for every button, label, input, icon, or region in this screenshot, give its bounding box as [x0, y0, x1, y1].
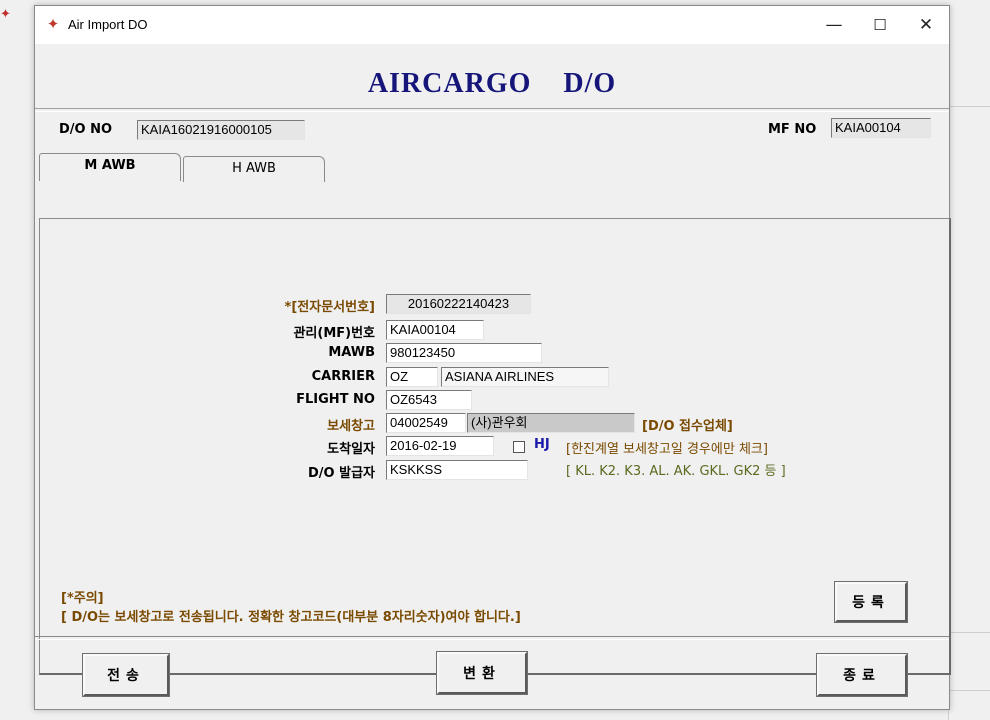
air-import-do-window: ✦ Air Import DO — ☐ ✕ AIRCARGO D/O D/O N…	[34, 5, 951, 710]
maximize-button[interactable]: ☐	[857, 6, 903, 44]
carrier-name-field[interactable]: ASIANA AIRLINES	[441, 367, 609, 387]
background-window-edge	[948, 40, 990, 720]
notice-title: [*주의]	[61, 591, 104, 606]
background-divider	[948, 632, 990, 633]
mawb-label: MAWB	[328, 345, 375, 360]
edoc-no-field[interactable]: 20160222140423	[386, 294, 531, 314]
convert-button[interactable]: 변환	[436, 651, 528, 695]
arrival-date-field[interactable]: 2016-02-19	[386, 436, 494, 456]
issuer-field[interactable]: KSKKSS	[386, 460, 528, 480]
do-no-label: D/O NO	[59, 122, 113, 137]
issuer-label: D/O 발급자	[308, 466, 375, 481]
hj-note-codes: [ KL. K2. K3. AL. AK. GKL. GK2 등 ]	[566, 464, 786, 479]
flight-no-label: FLIGHT NO	[296, 392, 375, 407]
mawb-field[interactable]: 980123450	[386, 343, 542, 363]
register-button[interactable]: 등록	[834, 581, 908, 623]
window-title: Air Import DO	[68, 17, 148, 32]
do-no-field[interactable]: KAIA16021916000105	[137, 120, 305, 140]
warehouse-name-field[interactable]: (사)관우회	[467, 413, 635, 433]
header-divider	[35, 108, 949, 112]
dialog-client-area: AIRCARGO D/O D/O NO KAIA16021916000105 M…	[35, 44, 951, 709]
hj-checkbox[interactable]	[513, 441, 525, 453]
warehouse-code-field[interactable]: 04002549	[386, 413, 466, 433]
tab-h-awb[interactable]: H AWB	[183, 156, 325, 182]
background-app-icon: ✦	[0, 7, 11, 22]
arrival-date-label: 도착일자	[327, 442, 375, 457]
carrier-label: CARRIER	[311, 369, 375, 384]
warehouse-note: [D/O 접수업체]	[642, 419, 733, 434]
edoc-no-label: *[전자문서번호]	[284, 300, 375, 315]
mf-no-label: MF NO	[768, 122, 817, 137]
carrier-code-field[interactable]: OZ	[386, 367, 438, 387]
close-button[interactable]: ✕	[903, 6, 949, 44]
background-divider	[948, 106, 990, 107]
flight-no-field[interactable]: OZ6543	[386, 390, 472, 410]
title-bar[interactable]: ✦ Air Import DO — ☐ ✕	[35, 6, 949, 44]
minimize-button[interactable]: —	[811, 6, 857, 44]
exit-button[interactable]: 종료	[816, 653, 908, 697]
bottom-divider	[35, 636, 949, 640]
warehouse-label: 보세창고	[327, 419, 375, 434]
mf-mgmt-label: 관리(MF)번호	[293, 326, 375, 341]
mf-mgmt-field[interactable]: KAIA00104	[386, 320, 484, 340]
tab-m-awb[interactable]: M AWB	[39, 153, 181, 181]
notice-text: [ D/O는 보세창고로 전송됩니다. 정확한 창고코드(대부분 8자리숫자)여…	[61, 610, 521, 625]
compass-rose-icon: ✦	[46, 15, 60, 33]
hj-label: HJ	[534, 437, 550, 452]
background-divider	[948, 690, 990, 691]
page-title: AIRCARGO D/O	[367, 68, 617, 99]
send-button[interactable]: 전송	[82, 653, 170, 697]
mf-no-field[interactable]: KAIA00104	[831, 118, 931, 138]
hj-note: [한진계열 보세창고일 경우에만 체크]	[566, 442, 768, 457]
